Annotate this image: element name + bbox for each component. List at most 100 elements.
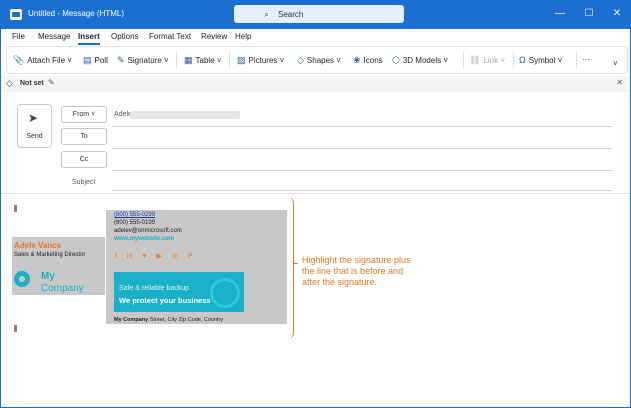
signature-banner[interactable]: Safe & reliable backup We protect your b… — [114, 272, 244, 312]
sensitivity-bar: ◇ Not set ✎ ✕ — [0, 76, 631, 93]
menu-file[interactable]: File — [12, 32, 25, 41]
empty-line-marker-before — [14, 205, 17, 212]
poll-label: Poll — [94, 56, 108, 65]
link-icon: ⛓ — [469, 55, 481, 65]
ribbon-expand-chevron-icon[interactable]: ˅ — [613, 59, 618, 68]
menu-insert[interactable]: Insert — [78, 32, 100, 41]
attach-file-button[interactable]: 📎 Attach File ˅ — [13, 55, 72, 66]
signature-phone2: (800) 555-0199 — [114, 220, 156, 226]
search-placeholder: Search — [278, 10, 304, 19]
ribbon-separator — [463, 52, 464, 68]
search-icon: ⌕ — [264, 9, 270, 19]
subject-label: Subject — [72, 179, 96, 186]
pinterest-icon[interactable]: P — [188, 253, 193, 260]
icons-icon: ❀ — [353, 55, 361, 65]
poll-icon: ▤ — [83, 55, 92, 65]
icons-button[interactable]: ❀ Icons — [353, 55, 383, 66]
shapes-label: Shapes — [306, 56, 335, 65]
table-icon: ▦ — [184, 55, 193, 65]
link-button[interactable]: ⛓ Link ˅ — [469, 55, 505, 66]
paperclip-icon: 📎 — [13, 55, 25, 65]
maximize-button[interactable]: ☐ — [576, 0, 602, 29]
annotation-line1: Highlight the signature plus — [302, 255, 411, 265]
close-infobar-button[interactable]: ✕ — [616, 78, 623, 87]
ribbon-separator — [513, 52, 514, 68]
from-button[interactable]: From ˅ — [61, 106, 107, 123]
youtube-icon[interactable]: ▶ — [156, 253, 161, 260]
search-box[interactable]: ⌕ Search — [234, 5, 404, 23]
signature-name: Adele Vance — [14, 241, 62, 250]
title-bar: Untitled - Message (HTML) ⌕ Search — ☐ ✕ — [0, 0, 631, 29]
annotation-bracket — [286, 197, 298, 339]
ribbon-separator — [176, 52, 177, 68]
menu-help[interactable]: Help — [235, 32, 251, 41]
footer-address: Street, City Zip Code, Country — [149, 317, 224, 323]
logo-text-line1: My — [41, 271, 55, 282]
from-line — [112, 126, 612, 127]
banner-line2: We protect your business — [119, 296, 211, 305]
instagram-icon[interactable]: ◎ — [172, 253, 178, 260]
annotation-line2: the line that is before and — [302, 266, 404, 276]
3d-models-button[interactable]: ⬡ 3D Models ˅ — [392, 55, 448, 66]
pictures-label: Pictures — [248, 56, 278, 65]
send-label: Send — [26, 133, 43, 140]
compose-header: ➤ Send From ˅ AdeleV To Cc Subject — [0, 92, 631, 194]
cube-icon: ⬡ — [392, 55, 400, 65]
poll-button[interactable]: ▤ Poll — [83, 55, 108, 66]
banner-line1: Safe & reliable backup — [119, 285, 190, 292]
subject-field[interactable] — [112, 190, 612, 191]
picture-icon: ▨ — [237, 55, 246, 65]
from-address-redacted — [130, 111, 240, 119]
signature-phone1[interactable]: (800) 555-0299 — [114, 212, 155, 218]
signature-email[interactable]: adelev@onmicrosoft.com — [114, 228, 182, 234]
signature-title: Sales & Marketing Director — [14, 252, 86, 258]
omega-icon: Ω — [519, 55, 526, 65]
minimize-button[interactable]: — — [547, 0, 573, 29]
annotation-line3: after the signature. — [302, 277, 378, 287]
social-icons-row: f in ♥ ▶ ◎ P — [115, 252, 201, 260]
active-tab-indicator — [78, 43, 100, 45]
to-field[interactable] — [112, 148, 612, 149]
close-window-button[interactable]: ✕ — [604, 0, 630, 29]
outlook-app-icon — [10, 9, 22, 20]
signature-footer: My Company Street, City Zip Code, Countr… — [114, 317, 223, 323]
from-label: From — [72, 111, 90, 118]
shapes-button[interactable]: ◇ Shapes ˅ — [297, 55, 341, 66]
linkedin-icon[interactable]: in — [127, 253, 132, 260]
more-commands-button[interactable]: ··· — [582, 55, 590, 64]
symbol-button[interactable]: Ω Symbol ˅ — [519, 55, 562, 65]
menu-review[interactable]: Review — [201, 32, 227, 41]
twitter-icon[interactable]: ♥ — [142, 253, 146, 260]
signature-website[interactable]: www.mywebsite.com — [114, 236, 174, 242]
attach-file-label: Attach File — [27, 56, 66, 65]
3d-models-label: 3D Models — [402, 56, 442, 65]
window-title: Untitled - Message (HTML) — [28, 9, 125, 18]
message-body[interactable] — [0, 194, 631, 408]
ribbon-separator — [576, 52, 577, 68]
facebook-icon[interactable]: f — [115, 253, 117, 260]
signature-button[interactable]: ✎ Signature ˅ — [117, 55, 169, 66]
sensitivity-label[interactable]: Not set — [20, 80, 44, 87]
shapes-icon: ◇ — [297, 55, 304, 65]
icons-label: Icons — [363, 56, 383, 65]
tag-icon: ◇ — [6, 78, 13, 88]
ribbon-toolbar: 📎 Attach File ˅ ▤ Poll ✎ Signature ˅ ▦ Table… — [6, 46, 628, 74]
menu-bar: File Message Insert Options Format Text … — [0, 29, 631, 45]
banner-decoration-icon — [210, 278, 240, 308]
cc-button[interactable]: Cc — [61, 151, 107, 168]
menu-options[interactable]: Options — [111, 32, 139, 41]
table-button[interactable]: ▦ Table ˅ — [184, 55, 222, 66]
signature-label: Signature — [127, 56, 162, 65]
company-logo-icon — [14, 271, 30, 287]
pictures-button[interactable]: ▨ Pictures ˅ — [237, 55, 284, 66]
symbol-label: Symbol — [528, 56, 556, 65]
ribbon-separator — [229, 52, 230, 68]
signature-icon: ✎ — [117, 55, 125, 65]
menu-message[interactable]: Message — [38, 32, 70, 41]
send-button[interactable]: ➤ Send — [17, 104, 52, 148]
logo-text-line2: Company — [41, 283, 84, 294]
cc-field[interactable] — [112, 170, 612, 171]
to-button[interactable]: To — [61, 128, 107, 145]
menu-format-text[interactable]: Format Text — [149, 32, 191, 41]
pencil-icon[interactable]: ✎ — [48, 78, 55, 87]
